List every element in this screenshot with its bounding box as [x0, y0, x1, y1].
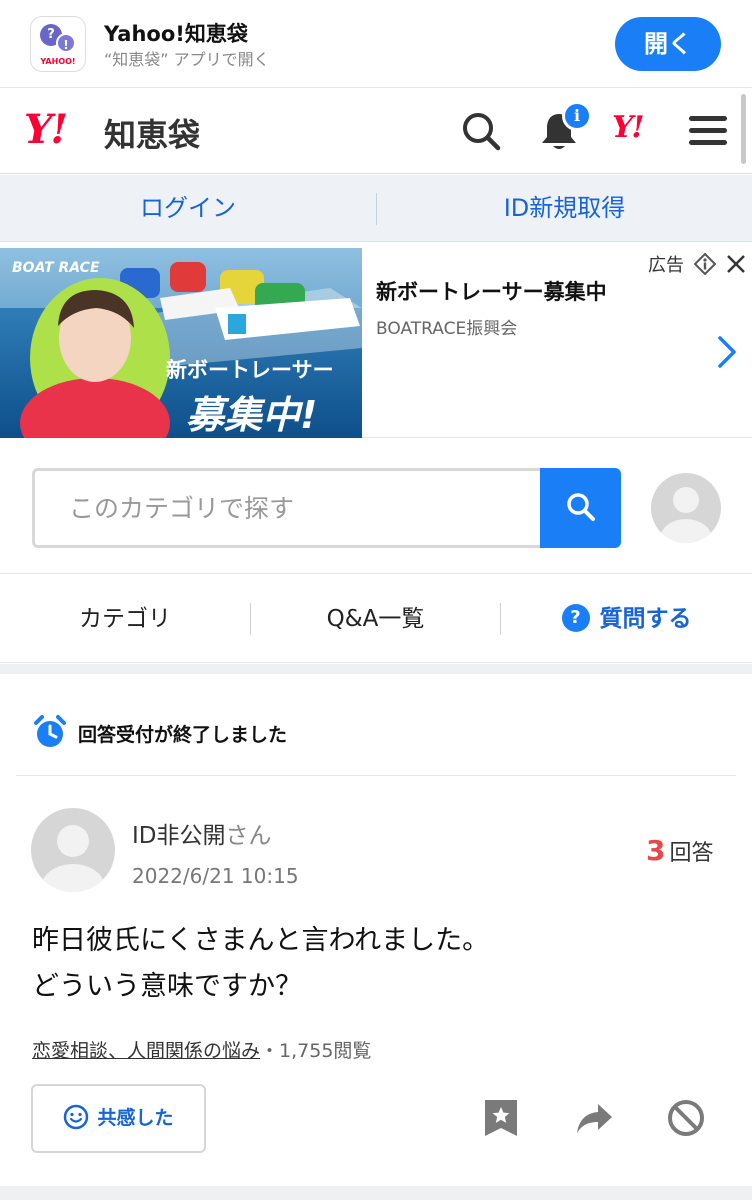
question-author-suffix: さん: [225, 823, 272, 849]
question-meta: 恋愛相談、人間関係の悩み・1,755閲覧: [32, 1036, 371, 1063]
notification-badge: i: [562, 101, 592, 131]
empathy-button[interactable]: 共感した: [31, 1084, 206, 1153]
info-icon[interactable]: [694, 253, 716, 275]
site-logo-text[interactable]: 知恵袋: [104, 110, 200, 156]
answers-closed-notice: 回答受付が終了しました: [0, 674, 752, 778]
nav-category[interactable]: カテゴリ: [0, 575, 250, 663]
section-gap: [0, 664, 752, 674]
search-icon[interactable]: [458, 108, 504, 154]
question-body-line: どういう意味ですか？: [32, 971, 302, 1002]
nav-qa-list[interactable]: Q&A一覧: [251, 575, 500, 663]
answer-count[interactable]: 3 回答: [646, 834, 714, 867]
search-button[interactable]: [540, 468, 621, 548]
section-gap: [0, 1186, 752, 1200]
ad-image-headline-2: 募集中!: [186, 393, 318, 437]
answers-closed-text: 回答受付が終了しました: [78, 724, 288, 746]
chevron-right-icon[interactable]: [712, 332, 740, 372]
question-author-name: ID非公開: [132, 823, 226, 849]
app-icon: ? ! YAHOO!: [30, 16, 86, 72]
ad-image[interactable]: BOAT RACE 新ボートレーサー 募集中!: [0, 248, 362, 438]
open-app-button[interactable]: 開く: [615, 17, 721, 71]
question-views: ・1,755閲覧: [260, 1040, 372, 1062]
answer-count-label: 回答: [669, 841, 714, 866]
question-mark-icon: ?: [561, 603, 590, 632]
question-body-line: 昨日彼氏にくさまんと言われました。: [32, 925, 490, 956]
site-header: Y! 知恵袋 i Y!: [0, 88, 752, 174]
question-author-avatar: [31, 808, 115, 892]
empathy-label: 共感した: [97, 1107, 174, 1129]
ad-title[interactable]: 新ボートレーサー募集中: [376, 276, 607, 306]
ad-sponsor: BOATRACE振興会: [376, 319, 518, 339]
question-body: 昨日彼氏にくさまんと言われました。 どういう意味ですか？: [32, 918, 722, 1010]
ad-image-headline-1: 新ボートレーサー: [166, 358, 334, 382]
register-link[interactable]: ID新規取得: [377, 175, 752, 242]
alarm-clock-icon: [34, 715, 66, 747]
ad-banner[interactable]: BOAT RACE 新ボートレーサー 募集中! 新ボートレーサー募集中 BOAT…: [0, 248, 752, 438]
login-link[interactable]: ログイン: [0, 175, 376, 242]
ad-label: 広告: [648, 255, 684, 276]
block-icon[interactable]: [666, 1098, 706, 1138]
divider: [16, 775, 736, 776]
menu-icon[interactable]: [686, 108, 732, 154]
question-category-link[interactable]: 恋愛相談、人間関係の悩み: [32, 1040, 260, 1062]
ask-question-label: 質問する: [599, 606, 692, 632]
app-icon-label: YAHOO!: [40, 57, 76, 66]
close-icon[interactable]: [725, 253, 747, 275]
ask-question-button[interactable]: ? 質問する: [501, 575, 752, 663]
category-nav: カテゴリ Q&A一覧 ? 質問する: [0, 575, 752, 663]
smile-icon: [64, 1104, 89, 1129]
yahoo-top-link[interactable]: Y!: [612, 110, 645, 145]
app-name: Yahoo!知恵袋: [104, 22, 248, 46]
login-bar: ログイン ID新規取得: [0, 175, 752, 242]
question-date: 2022/6/21 10:15: [132, 864, 299, 888]
category-search: [0, 444, 752, 574]
answer-count-number: 3: [646, 834, 666, 867]
share-icon[interactable]: [574, 1098, 614, 1138]
page-scrollbar[interactable]: [741, 94, 746, 164]
app-install-banner: ? ! YAHOO! Yahoo!知恵袋 “知恵袋” アプリで開く 開く: [0, 0, 752, 88]
question-author: ID非公開さん: [132, 816, 272, 850]
yahoo-logo[interactable]: Y!: [24, 106, 68, 153]
ad-image-brand: BOAT RACE: [12, 260, 100, 276]
bookmark-star-icon[interactable]: [481, 1098, 521, 1138]
search-icon: [566, 492, 595, 521]
category-search-input[interactable]: [32, 468, 544, 548]
app-subtitle: “知恵袋” アプリで開く: [104, 50, 270, 69]
exclamation-bubble-icon: !: [56, 33, 76, 53]
user-avatar[interactable]: [651, 473, 721, 543]
